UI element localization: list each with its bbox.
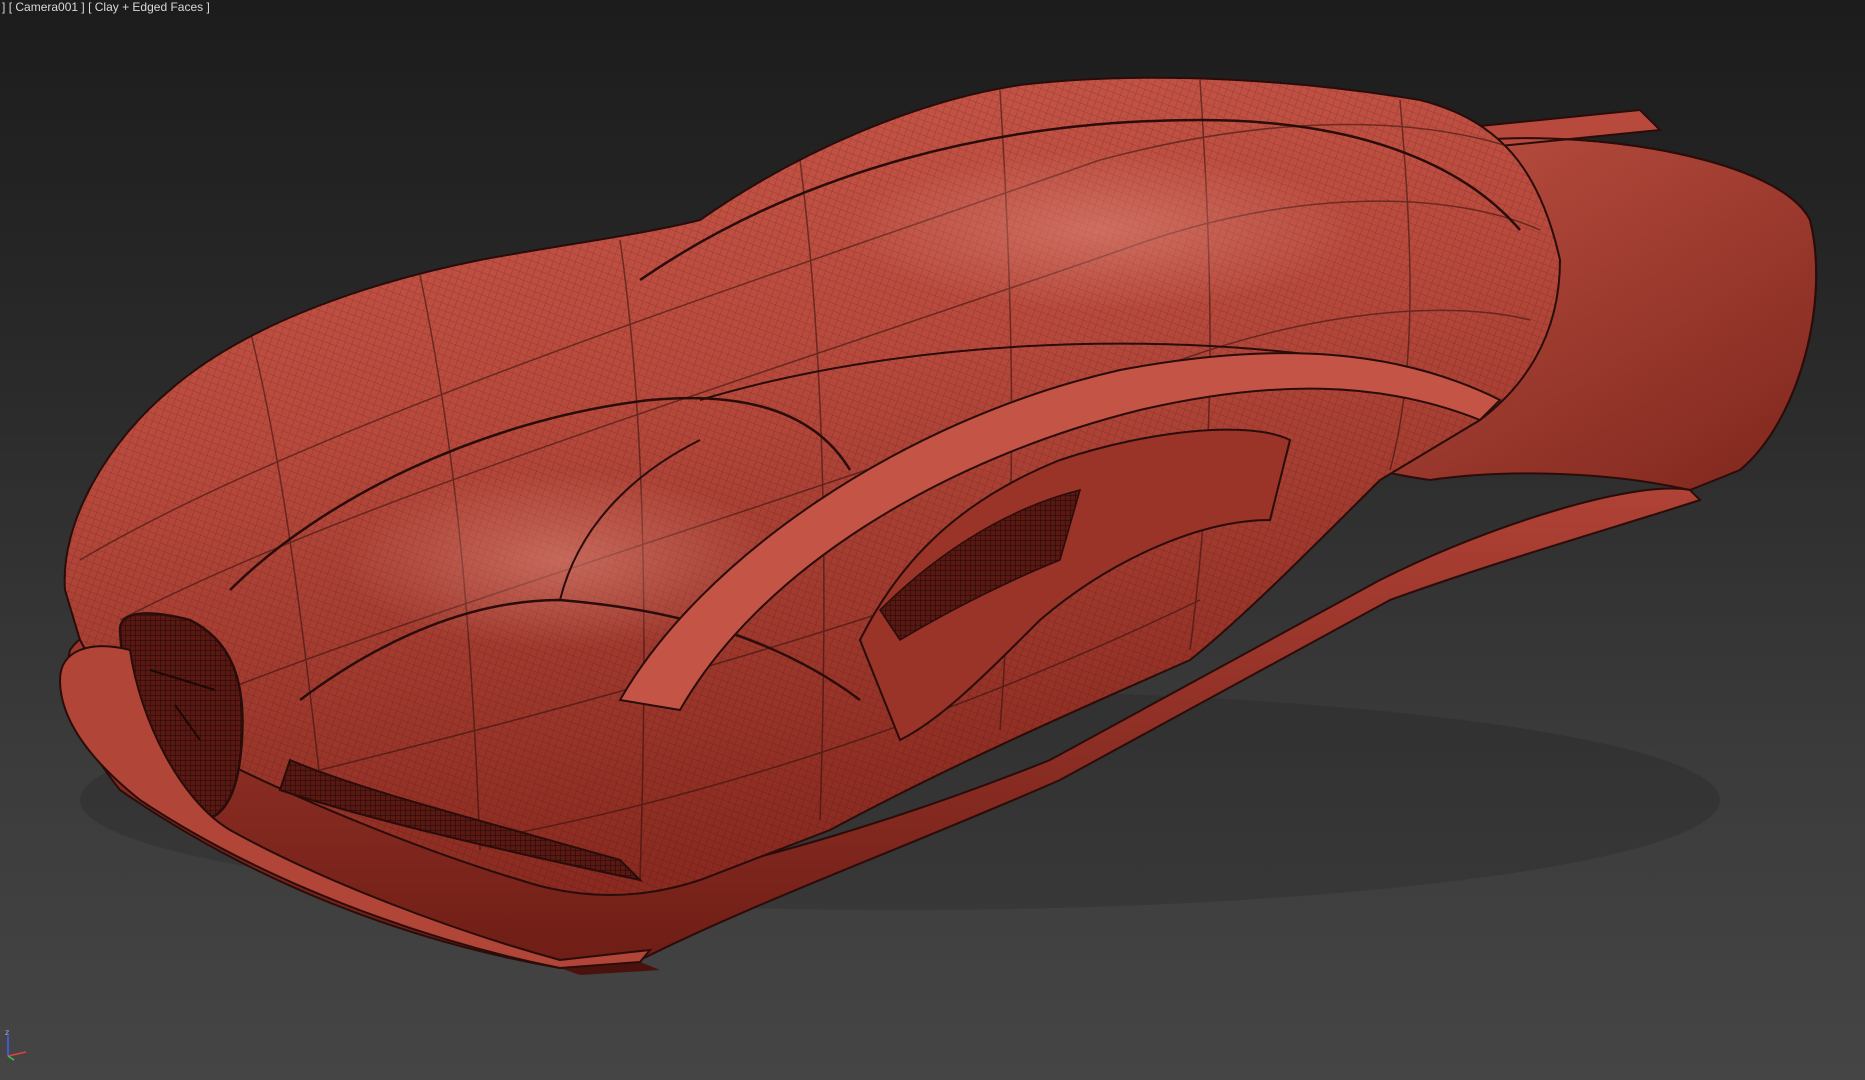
scene-render[interactable] <box>0 0 1865 1080</box>
axis-z-label: z <box>5 1028 10 1037</box>
axis-tripod-icon: z <box>2 1028 32 1062</box>
viewport-camera001[interactable]: ] [ Camera001 ] [ Clay + Edged Faces ] z <box>0 0 1865 1080</box>
